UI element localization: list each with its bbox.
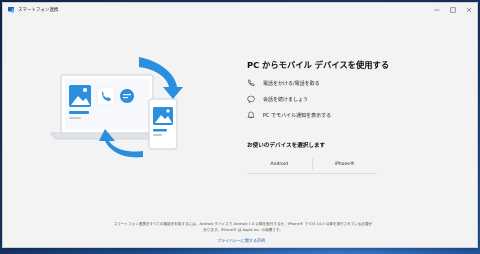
title-bar: スマートフォン連携	[3, 3, 477, 17]
maximize-icon	[450, 7, 456, 13]
feature-text: 会話を続けましょう	[263, 96, 309, 103]
privacy-statement-link[interactable]: プライバシーに関する声明	[3, 238, 479, 244]
feature-item-calls: 電話をかける/電話を取る	[247, 79, 447, 87]
page-heading: PC からモバイル デバイスを使用する	[247, 60, 390, 70]
feature-text: 電話をかける/電話を取る	[263, 80, 320, 87]
window-controls	[429, 3, 477, 17]
laptop-chat-icon	[120, 89, 134, 103]
phone-icon	[248, 79, 255, 86]
chat-icon	[247, 95, 255, 103]
bell-icon	[247, 111, 255, 119]
requirements-notice: スマートフォン連携をすべての機能を利用するには、Android デバイスで An…	[113, 222, 373, 232]
minimize-button[interactable]	[429, 3, 445, 17]
choose-device-label: お使いのデバイスを選択します	[247, 143, 326, 149]
feature-item-messages: 会話を続けましょう	[247, 95, 447, 103]
android-button[interactable]: Android	[247, 155, 312, 173]
iphone-button[interactable]: iPhone®	[313, 155, 378, 173]
maximize-button[interactable]	[445, 3, 461, 17]
phone-link-app-icon	[8, 7, 14, 13]
pc-phone-illustration	[50, 57, 183, 158]
window-title: スマートフォン連携	[18, 8, 59, 13]
device-selector: Android iPhone®	[247, 155, 377, 174]
feature-item-notifications: PC でモバイル通知を表示する	[247, 111, 447, 119]
minimize-icon	[434, 9, 440, 11]
close-button[interactable]	[461, 3, 477, 17]
feature-text: PC でモバイル通知を表示する	[263, 112, 332, 119]
intro-panel: PC からモバイル デバイスを使用する 電話をかける/電話を取る 会話を続けまし…	[247, 59, 447, 119]
close-icon	[466, 7, 472, 13]
app-window: スマートフォン連携 PC からモバイル デバイスを使用する 電話をかける/電話を…	[2, 2, 478, 248]
